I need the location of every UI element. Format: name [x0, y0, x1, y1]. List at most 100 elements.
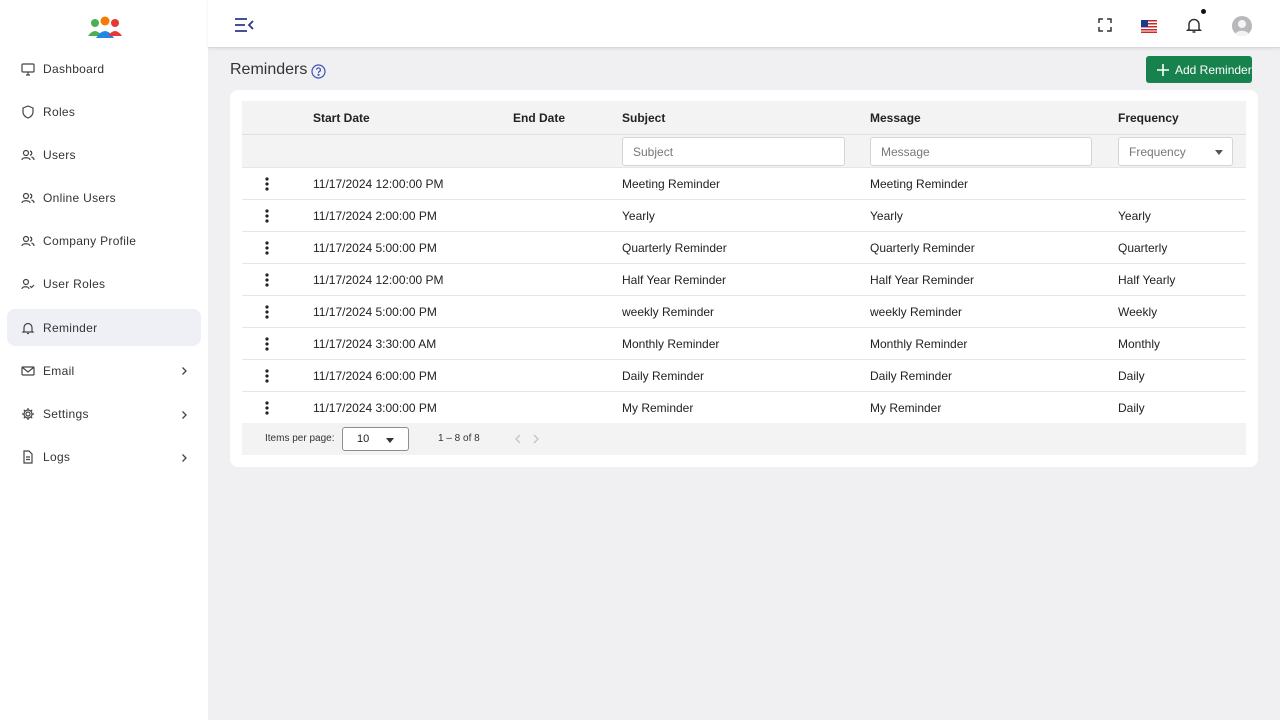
- row-actions-button[interactable]: [242, 168, 292, 199]
- sidebar-item-label: Users: [43, 147, 76, 162]
- cell-end-date: [513, 168, 613, 199]
- table-row[interactable]: 11/17/2024 3:00:00 PM My Reminder My Remin…: [242, 392, 1246, 424]
- sidebar-item-email[interactable]: Email: [7, 352, 201, 389]
- table-filter-row: Frequency: [242, 135, 1246, 168]
- table-row[interactable]: 11/17/2024 6:00:00 PM Daily Reminder Daily…: [242, 360, 1246, 392]
- table-row[interactable]: 11/17/2024 5:00:00 PM Quarterly Reminder Q…: [242, 232, 1246, 264]
- cell-subject: Monthly Reminder: [622, 336, 720, 351]
- sidebar-item-online-users[interactable]: Online Users: [7, 180, 201, 217]
- column-header-start-date[interactable]: Start Date: [313, 101, 503, 134]
- table-header-row: Start Date End Date Subject Message Freq…: [242, 101, 1246, 135]
- column-header-end-date[interactable]: End Date: [513, 101, 613, 134]
- sidebar-item-settings[interactable]: Settings: [7, 396, 201, 433]
- menu-toggle-icon[interactable]: [234, 16, 254, 34]
- cell-subject: Quarterly Reminder: [622, 240, 727, 255]
- sidebar-item-label: Settings: [43, 407, 89, 421]
- cell-start-date: 11/17/2024 12:00:00 PM: [313, 176, 444, 191]
- subject-filter-input[interactable]: [622, 137, 845, 166]
- table-row[interactable]: 11/17/2024 2:00:00 PM Yearly Yearly Yearly: [242, 200, 1246, 232]
- sidebar-item-users[interactable]: Users: [7, 136, 201, 173]
- fullscreen-icon[interactable]: [1096, 16, 1114, 34]
- table-row[interactable]: 11/17/2024 5:00:00 PM weekly Reminder week…: [242, 296, 1246, 328]
- users-icon: [21, 234, 35, 248]
- chevron-right-icon: [179, 409, 189, 419]
- reminders-table: Start Date End Date Subject Message Freq…: [242, 101, 1246, 424]
- next-page-icon[interactable]: [530, 432, 542, 446]
- users-icon: [21, 148, 35, 162]
- users-icon: [21, 191, 35, 205]
- cell-start-date: 11/17/2024 2:00:00 PM: [313, 208, 437, 223]
- shield-icon: [21, 105, 35, 119]
- row-actions-button[interactable]: [242, 232, 292, 263]
- app-logo[interactable]: [86, 16, 124, 42]
- column-header-subject[interactable]: Subject: [622, 101, 862, 134]
- avatar[interactable]: [1232, 16, 1252, 36]
- sidebar-item-user-roles[interactable]: User Roles: [7, 266, 201, 303]
- more-vert-icon: [265, 176, 269, 191]
- more-vert-icon: [265, 208, 269, 223]
- cell-message: Half Year Reminder: [870, 272, 975, 287]
- sidebar-item-dashboard[interactable]: Dashboard: [7, 50, 201, 87]
- cell-message: Meeting Reminder: [870, 176, 969, 191]
- cell-frequency: Half Yearly: [1118, 272, 1176, 287]
- sidebar-item-roles[interactable]: Roles: [7, 93, 201, 130]
- us-flag-icon[interactable]: [1141, 20, 1159, 38]
- cell-subject: Meeting Reminder: [622, 176, 721, 191]
- cell-end-date: [513, 232, 613, 263]
- mail-icon: [21, 364, 35, 378]
- cell-frequency: Yearly: [1118, 208, 1151, 223]
- sidebar-item-company-profile[interactable]: Company Profile: [7, 223, 201, 260]
- add-reminder-button[interactable]: Add Reminder: [1146, 56, 1252, 83]
- cell-start-date: 11/17/2024 3:00:00 PM: [313, 400, 437, 415]
- cell-message: Monthly Reminder: [870, 336, 968, 351]
- sidebar-item-logs[interactable]: Logs: [7, 439, 201, 476]
- row-actions-button[interactable]: [242, 264, 292, 295]
- help-icon[interactable]: [311, 64, 326, 79]
- row-actions-button[interactable]: [242, 200, 292, 231]
- page-size-select[interactable]: 10: [342, 427, 409, 451]
- page-title: Reminders: [230, 61, 308, 78]
- bell-icon[interactable]: [1185, 16, 1203, 34]
- cell-message: My Reminder: [870, 400, 942, 415]
- sidebar-item-label: Dashboard: [43, 61, 105, 76]
- table-row[interactable]: 11/17/2024 3:30:00 AM Monthly Reminder Mon…: [242, 328, 1246, 360]
- cell-start-date: 11/17/2024 12:00:00 PM: [313, 272, 444, 287]
- previous-page-icon[interactable]: [512, 432, 524, 446]
- notification-dot: [1201, 9, 1206, 14]
- gear-icon: [21, 407, 35, 421]
- reminders-card: Start Date End Date Subject Message Freq…: [230, 90, 1258, 467]
- sidebar-item-reminder[interactable]: Reminder: [7, 309, 201, 347]
- table-row[interactable]: 11/17/2024 12:00:00 PM Meeting Reminder Me…: [242, 168, 1246, 200]
- cell-subject: weekly Reminder: [622, 304, 715, 319]
- frequency-filter-placeholder: Frequency: [1129, 144, 1186, 159]
- cell-start-date: 11/17/2024 3:30:00 AM: [313, 336, 437, 351]
- cell-frequency: Daily: [1118, 368, 1145, 383]
- more-vert-icon: [265, 272, 269, 287]
- row-actions-button[interactable]: [242, 296, 292, 327]
- user-check-icon: [21, 277, 35, 291]
- page-size-value: 10: [357, 433, 370, 445]
- monitor-icon: [21, 62, 35, 76]
- row-actions-button[interactable]: [242, 360, 292, 391]
- add-reminder-label: Add Reminder: [1175, 62, 1252, 77]
- message-filter-input[interactable]: [870, 137, 1092, 166]
- column-header-frequency[interactable]: Frequency: [1118, 101, 1238, 134]
- top-bar: [208, 0, 1280, 48]
- table-row[interactable]: 11/17/2024 12:00:00 PM Half Year Reminder…: [242, 264, 1246, 296]
- cell-message: Quarterly Reminder: [870, 240, 975, 255]
- column-header-message[interactable]: Message: [870, 101, 1110, 134]
- page-header: Reminders Add Reminder: [230, 56, 1252, 86]
- row-actions-button[interactable]: [242, 328, 292, 359]
- cell-end-date: [513, 264, 613, 295]
- cell-message: weekly Reminder: [870, 304, 963, 319]
- row-actions-button[interactable]: [242, 392, 292, 423]
- cell-message: Yearly: [870, 208, 903, 223]
- frequency-filter-select[interactable]: Frequency: [1118, 137, 1233, 166]
- cell-subject: Half Year Reminder: [622, 272, 727, 287]
- cell-start-date: 11/17/2024 5:00:00 PM: [313, 240, 437, 255]
- sidebar-item-label: User Roles: [43, 277, 106, 292]
- cell-frequency: Daily: [1118, 400, 1145, 415]
- cell-frequency: Monthly: [1118, 336, 1161, 351]
- sidebar-nav: Dashboard Roles Users Online Users Compa…: [0, 50, 208, 482]
- dropdown-arrow-icon: [386, 438, 394, 443]
